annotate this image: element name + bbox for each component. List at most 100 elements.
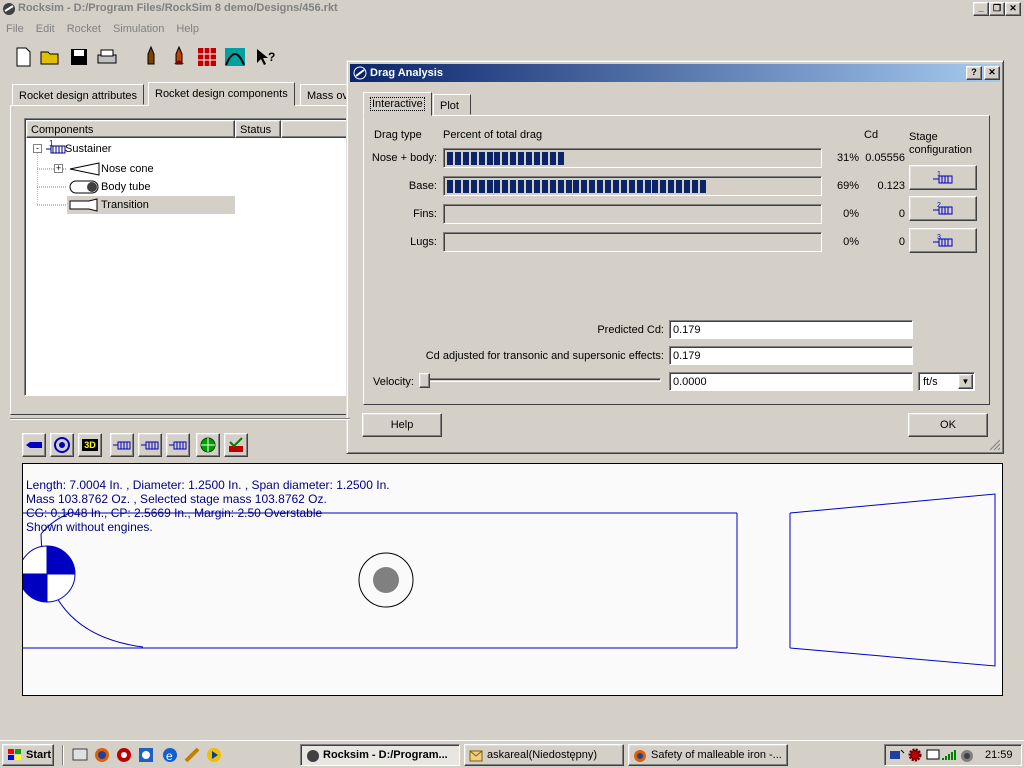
bar-segment [565, 180, 572, 193]
bar-segment [557, 180, 564, 193]
bar-segment [605, 180, 611, 193]
internet-explorer-icon[interactable]: e [162, 747, 178, 763]
body-tube-icon [69, 180, 99, 194]
tab-rocket-design-components[interactable]: Rocket design components [148, 82, 295, 106]
task-rocksim[interactable]: Rocksim - D:/Program... [300, 744, 460, 766]
expand-toggle[interactable]: + [54, 164, 63, 173]
windows-logo-icon [8, 749, 21, 760]
bar-segment [478, 180, 485, 193]
menu-bar: File Edit Rocket Simulation Help [0, 20, 1024, 40]
stage-2-icon: 2 [933, 202, 953, 214]
minimize-button[interactable]: _ [973, 2, 989, 16]
stage-2-view-icon[interactable] [138, 433, 162, 457]
quick-launch-app-icon[interactable] [138, 747, 154, 763]
tab-plot[interactable]: Plot [433, 94, 471, 115]
print-icon[interactable] [94, 44, 120, 70]
network-icon[interactable] [889, 748, 905, 762]
flight-simulation-icon[interactable] [222, 44, 248, 70]
task-safety-of-malleable-iron[interactable]: Safety of malleable iron -... [628, 744, 788, 766]
drag-cd-value: 0.05556 [865, 152, 905, 164]
bar-segment [462, 180, 469, 193]
main-toolbar: ? [0, 42, 290, 72]
rocket-tool-icon[interactable] [138, 44, 164, 70]
quick-launch-tool-icon[interactable] [184, 747, 200, 763]
bar-segment [636, 180, 643, 193]
menu-simulation[interactable]: Simulation [107, 20, 170, 35]
antivirus-icon[interactable] [907, 747, 923, 763]
velocity-field[interactable]: 0.0000 [669, 372, 913, 391]
predicted-cd-field[interactable]: 0.179 [669, 320, 913, 339]
menu-help[interactable]: Help [170, 20, 205, 35]
tab-mass-overrides[interactable]: Mass ov [300, 84, 350, 106]
opera-icon[interactable] [116, 747, 132, 763]
display-icon[interactable] [925, 748, 941, 762]
firefox-icon[interactable] [94, 747, 110, 763]
ok-button[interactable]: OK [908, 413, 988, 437]
velocity-unit-select[interactable]: ft/s ▼ [918, 372, 975, 391]
close-button[interactable]: ✕ [1005, 2, 1021, 16]
stage-1-button[interactable]: 1 [909, 165, 977, 190]
velocity-slider-thumb[interactable] [419, 373, 430, 388]
menu-file[interactable]: File [0, 20, 30, 35]
column-header-components[interactable]: Components [26, 120, 235, 138]
bar-segment [549, 180, 556, 193]
restore-button[interactable]: ❐ [989, 2, 1005, 16]
stage-1-view-icon[interactable] [110, 433, 134, 457]
column-header-status[interactable]: Status [235, 120, 281, 138]
bar-segment [486, 152, 493, 165]
show-desktop-icon[interactable] [72, 747, 88, 763]
collapse-toggle[interactable]: - [33, 144, 42, 153]
svg-text:?: ? [268, 50, 275, 64]
bar-segment [589, 180, 596, 193]
components-tree[interactable]: Components Status - 1 Sustainer + Nose c… [24, 118, 351, 396]
save-icon[interactable] [66, 44, 92, 70]
task-askareal[interactable]: askareal(Niedostępny) [464, 744, 624, 766]
tab-rocket-design-attributes[interactable]: Rocket design attributes [12, 84, 145, 105]
stage-3-button[interactable]: 3 [909, 228, 977, 253]
rocket-drawing-area[interactable]: Length: 7.0004 In. , Diameter: 1.2500 In… [22, 463, 1003, 696]
check-edit-icon[interactable] [224, 433, 248, 457]
new-file-icon[interactable] [10, 44, 36, 70]
open-folder-icon[interactable] [38, 44, 64, 70]
context-help-icon[interactable]: ? [252, 44, 278, 70]
tree-item-transition[interactable]: Transition [101, 199, 149, 211]
stage-number: 1 [49, 139, 54, 148]
stage-3-view-icon[interactable] [166, 433, 190, 457]
drag-percent-bar [443, 204, 822, 224]
bar-segment [612, 180, 619, 193]
side-view-icon[interactable] [22, 433, 46, 457]
tree-item-body-tube[interactable]: Body tube [101, 181, 151, 193]
help-button[interactable]: Help [362, 413, 442, 437]
signal-strength-icon[interactable] [941, 748, 957, 762]
end-view-icon[interactable] [50, 433, 74, 457]
menu-edit[interactable]: Edit [30, 20, 61, 35]
tab-interactive[interactable]: Interactive [363, 92, 432, 116]
menu-rocket[interactable]: Rocket [61, 20, 107, 35]
rocket-tool-2-icon[interactable] [166, 44, 192, 70]
stage-2-button[interactable]: 2 [909, 196, 977, 221]
dialog-help-button[interactable]: ? [966, 66, 982, 80]
view-3d-button[interactable]: 3D [78, 433, 102, 457]
drag-cd-value: 0 [898, 236, 905, 248]
globe-icon[interactable] [196, 433, 220, 457]
title-bar: Rocksim - D:/Program Files/RockSim 8 dem… [0, 0, 1024, 18]
clock: 21:59 [985, 749, 1013, 761]
firefox-task-icon [634, 750, 646, 762]
tree-item-nose-cone[interactable]: Nose cone [101, 163, 154, 175]
adjusted-cd-label: Cd adjusted for transonic and supersonic… [425, 350, 664, 362]
dialog-title: Drag Analysis [370, 67, 443, 79]
header-percent: Percent of total drag [443, 129, 543, 141]
media-player-icon[interactable] [206, 747, 222, 763]
bar-segment [510, 180, 517, 193]
dialog-close-button[interactable]: ✕ [984, 66, 1000, 80]
adjusted-cd-field[interactable]: 0.179 [669, 346, 913, 365]
start-button[interactable]: Start [2, 744, 54, 766]
bar-segment [597, 180, 604, 193]
grid-tool-icon[interactable] [194, 44, 220, 70]
cg-marker-icon [23, 545, 76, 603]
speaker-icon[interactable] [959, 748, 975, 764]
velocity-slider-track[interactable] [421, 378, 661, 382]
resize-grip-icon[interactable] [988, 438, 1001, 451]
chevron-down-icon[interactable]: ▼ [958, 374, 973, 389]
bar-segment [478, 152, 485, 165]
